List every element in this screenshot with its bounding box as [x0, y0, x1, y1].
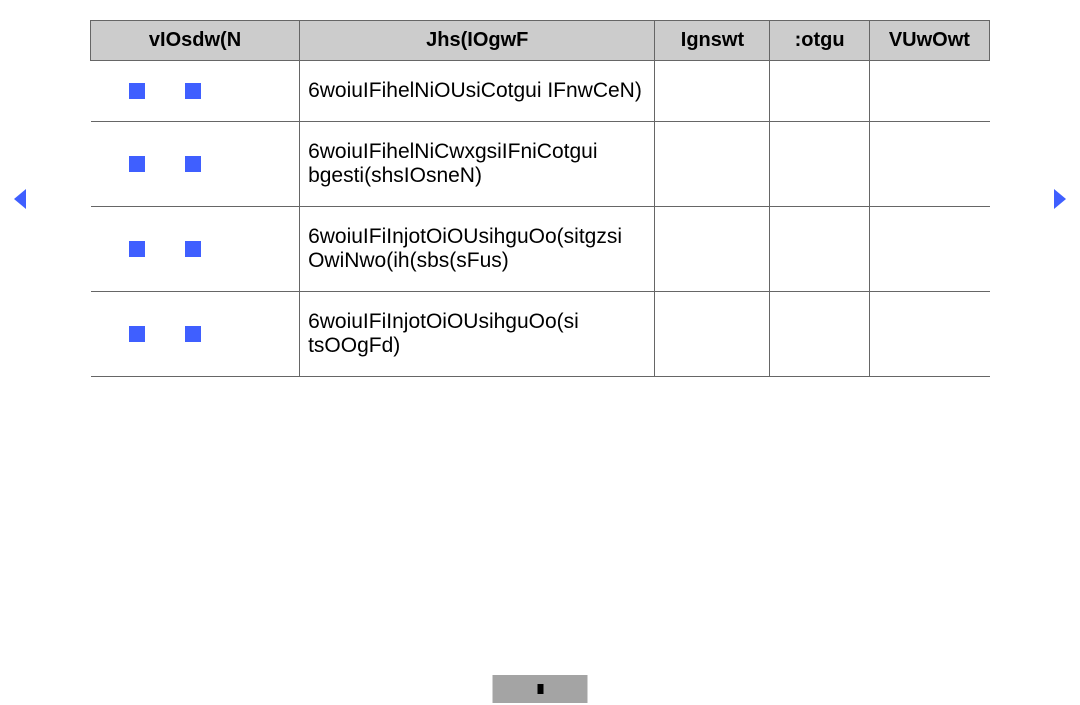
row-desc: 6woiuIFiInjotOiOUsihguOo(sitgzsi OwiNwo(… [300, 207, 655, 292]
row-d [770, 207, 869, 292]
table-header-row: vIOsdw(N Jhs(IOgwF Ignswt :otgu VUwOwt [91, 21, 990, 61]
delete-icon[interactable] [185, 241, 201, 257]
row-e [869, 61, 989, 122]
row-c [655, 292, 770, 377]
edit-icon[interactable] [129, 156, 145, 172]
row-c [655, 207, 770, 292]
chevron-left-icon [10, 187, 30, 211]
header-col3: Ignswt [655, 21, 770, 61]
row-desc: 6woiuIFiInjotOiOUsihguOo(si tsOOgFd) [300, 292, 655, 377]
data-table: vIOsdw(N Jhs(IOgwF Ignswt :otgu VUwOwt 6 [90, 20, 990, 377]
edit-icon[interactable] [129, 326, 145, 342]
row-d [770, 61, 869, 122]
row-action-icons [99, 326, 292, 342]
table-row: 6woiuIFihelNiOUsiCotgui IFnwCeN) [91, 61, 990, 122]
page-wrap: vIOsdw(N Jhs(IOgwF Ignswt :otgu VUwOwt 6 [0, 0, 1080, 377]
row-e [869, 292, 989, 377]
prev-button[interactable] [0, 187, 40, 211]
row-e [869, 207, 989, 292]
row-d [770, 292, 869, 377]
delete-icon[interactable] [185, 156, 201, 172]
row-desc: 6woiuIFihelNiCwxgsiIFniCotgui bgesti(shs… [300, 122, 655, 207]
pager-indicator-icon [537, 684, 543, 694]
row-c [655, 61, 770, 122]
row-d [770, 122, 869, 207]
next-button[interactable] [1040, 187, 1080, 211]
row-c [655, 122, 770, 207]
header-col2: Jhs(IOgwF [300, 21, 655, 61]
delete-icon[interactable] [185, 83, 201, 99]
row-action-icons [99, 241, 292, 257]
chevron-right-icon [1050, 187, 1070, 211]
header-col4: :otgu [770, 21, 869, 61]
row-e [869, 122, 989, 207]
table-container: vIOsdw(N Jhs(IOgwF Ignswt :otgu VUwOwt 6 [40, 20, 1040, 377]
delete-icon[interactable] [185, 326, 201, 342]
row-action-icons [99, 83, 292, 99]
table-row: 6woiuIFihelNiCwxgsiIFniCotgui bgesti(shs… [91, 122, 990, 207]
row-action-icons [99, 156, 292, 172]
pager-button[interactable] [493, 675, 588, 703]
edit-icon[interactable] [129, 83, 145, 99]
table-row: 6woiuIFiInjotOiOUsihguOo(si tsOOgFd) [91, 292, 990, 377]
edit-icon[interactable] [129, 241, 145, 257]
header-col1: vIOsdw(N [91, 21, 300, 61]
header-col5: VUwOwt [869, 21, 989, 61]
table-row: 6woiuIFiInjotOiOUsihguOo(sitgzsi OwiNwo(… [91, 207, 990, 292]
row-desc: 6woiuIFihelNiOUsiCotgui IFnwCeN) [300, 61, 655, 122]
